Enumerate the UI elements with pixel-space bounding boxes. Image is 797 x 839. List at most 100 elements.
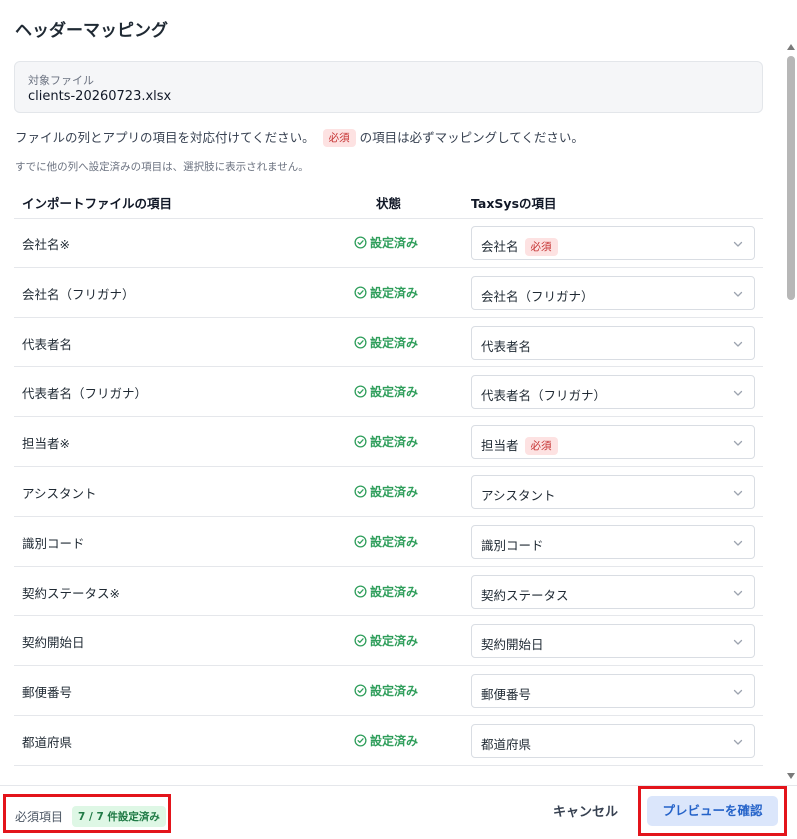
taxsys-item-select[interactable]: 代表者名（フリガナ） bbox=[471, 375, 755, 410]
chevron-down-icon bbox=[733, 490, 743, 496]
status-badge: 設定済み bbox=[354, 234, 418, 251]
select-value-label: 担当者 bbox=[481, 438, 519, 454]
check-circle-icon bbox=[354, 684, 367, 697]
select-value-label: 会社名 bbox=[481, 239, 519, 254]
instruction-suffix: の項目は必ずマッピングしてください。 bbox=[359, 130, 584, 145]
import-item-name: 契約ステータス※ bbox=[22, 585, 120, 601]
chevron-down-icon bbox=[733, 640, 743, 646]
required-count-badge: 7 / 7 件設定済み bbox=[72, 806, 166, 827]
taxsys-item-select[interactable]: 郵便番号 bbox=[471, 674, 755, 709]
table-row: 会社名（フリガナ） 設定済み 会社名（フリガナ） bbox=[14, 268, 763, 318]
scrollbar[interactable] bbox=[785, 42, 797, 785]
preview-confirm-button[interactable]: プレビューを確認 bbox=[647, 796, 778, 826]
import-item-name: 都道府県 bbox=[22, 734, 73, 750]
status-label: 設定済み bbox=[370, 684, 419, 699]
taxsys-item-select[interactable]: 契約ステータス bbox=[471, 574, 755, 609]
required-badge: 必須 bbox=[524, 437, 558, 456]
select-value: 契約開始日 bbox=[481, 634, 544, 653]
import-item-name: 契約開始日 bbox=[22, 635, 85, 651]
status-badge: 設定済み bbox=[354, 583, 418, 600]
taxsys-item-select[interactable]: 識別コード bbox=[471, 524, 755, 559]
check-circle-icon bbox=[354, 634, 367, 647]
chevron-down-icon bbox=[733, 690, 743, 695]
confirm-highlight: プレビューを確認 bbox=[638, 786, 787, 836]
required-badge: 必須 bbox=[524, 238, 558, 256]
table-row: 都道府県 設定済み 都道府県 bbox=[14, 716, 763, 766]
dialog-body: ヘッダーマッピング 対象ファイル clients-20260723.xlsx フ… bbox=[0, 0, 785, 785]
select-value-label: 会社名（フリガナ） bbox=[481, 288, 594, 304]
taxsys-item-select[interactable]: アシスタント bbox=[471, 474, 755, 509]
import-item-name: 郵便番号 bbox=[22, 685, 73, 701]
required-summary: 必須項目 7 / 7 件設定済み bbox=[3, 794, 171, 833]
select-value-label: 契約開始日 bbox=[481, 637, 544, 653]
chevron-down-icon bbox=[733, 341, 743, 347]
table-row: 会社名※ 設定済み 会社名 必須 bbox=[14, 218, 763, 268]
select-value: 郵便番号 bbox=[481, 684, 531, 703]
taxsys-item-select[interactable]: 会社名 必須 bbox=[471, 226, 755, 260]
check-circle-icon bbox=[354, 435, 367, 448]
chevron-down-icon bbox=[733, 291, 743, 297]
status-label: 設定済み bbox=[370, 285, 419, 300]
table-row: 郵便番号 設定済み 郵便番号 bbox=[14, 666, 763, 716]
select-value: アシスタント bbox=[481, 485, 556, 504]
target-file-name: clients-20260723.xlsx bbox=[28, 89, 172, 104]
status-badge: 設定済み bbox=[354, 334, 418, 351]
table-row: アシスタント 設定済み アシスタント bbox=[14, 467, 763, 517]
import-item-name: アシスタント bbox=[22, 485, 97, 501]
import-item-name: 識別コード bbox=[22, 535, 85, 551]
scroll-thumb[interactable] bbox=[787, 56, 795, 300]
chevron-down-icon bbox=[733, 441, 743, 446]
taxsys-item-select[interactable]: 都道府県 bbox=[471, 723, 755, 758]
chevron-down-icon bbox=[733, 590, 743, 596]
import-item-name: 代表者名（フリガナ） bbox=[22, 386, 148, 402]
dialog-footer: 必須項目 7 / 7 件設定済み キャンセル プレビューを確認 bbox=[0, 785, 797, 839]
instruction-prefix: ファイルの列とアプリの項目を対応付けてください。 bbox=[15, 130, 315, 145]
taxsys-item-select[interactable]: 会社名（フリガナ） bbox=[471, 275, 755, 310]
check-circle-icon bbox=[354, 585, 367, 598]
status-label: 設定済み bbox=[370, 634, 419, 649]
column-header-import-item: インポートファイルの項目 bbox=[22, 196, 173, 211]
table-row: 代表者名 設定済み 代表者名 bbox=[14, 318, 763, 368]
table-row: 担当者※ 設定済み 担当者 必須 bbox=[14, 417, 763, 467]
select-value: 担当者 必須 bbox=[481, 435, 562, 456]
status-label: 設定済み bbox=[370, 484, 419, 499]
select-value: 契約ステータス bbox=[481, 585, 569, 604]
status-label: 設定済み bbox=[370, 435, 419, 450]
target-file-label: 対象ファイル bbox=[28, 74, 94, 87]
table-row: 識別コード 設定済み 識別コード bbox=[14, 517, 763, 567]
chevron-down-icon bbox=[733, 391, 743, 397]
table-row: 契約開始日 設定済み 契約開始日 bbox=[14, 616, 763, 667]
dialog-title: ヘッダーマッピング bbox=[15, 21, 168, 41]
status-badge: 設定済み bbox=[354, 483, 418, 500]
select-value: 代表者名（フリガナ） bbox=[481, 385, 606, 404]
select-value: 識別コード bbox=[481, 535, 544, 554]
import-item-name: 代表者名 bbox=[22, 336, 73, 352]
scroll-up-arrow-icon[interactable] bbox=[787, 44, 795, 50]
status-label: 設定済み bbox=[370, 584, 419, 599]
table-row: 代表者名（フリガナ） 設定済み 代表者名（フリガナ） bbox=[14, 367, 763, 418]
select-value: 会社名 必須 bbox=[481, 236, 562, 256]
taxsys-item-select[interactable]: 契約開始日 bbox=[471, 624, 755, 659]
select-value-label: 代表者名（フリガナ） bbox=[481, 388, 607, 404]
status-badge: 設定済み bbox=[354, 682, 418, 699]
check-circle-icon bbox=[354, 485, 367, 498]
select-value: 会社名（フリガナ） bbox=[481, 286, 594, 305]
check-circle-icon bbox=[354, 535, 367, 548]
status-badge: 設定済み bbox=[354, 732, 418, 749]
scroll-down-arrow-icon[interactable] bbox=[787, 773, 795, 779]
check-circle-icon bbox=[354, 385, 367, 398]
cancel-button[interactable]: キャンセル bbox=[553, 801, 618, 820]
status-badge: 設定済み bbox=[354, 632, 418, 649]
check-circle-icon bbox=[354, 336, 367, 349]
select-value-label: 識別コード bbox=[481, 537, 544, 553]
taxsys-item-select[interactable]: 担当者 必須 bbox=[471, 425, 755, 460]
status-label: 設定済み bbox=[370, 385, 419, 400]
status-label: 設定済み bbox=[370, 733, 419, 748]
chevron-down-icon bbox=[733, 739, 743, 745]
column-header-status: 状態 bbox=[376, 196, 402, 211]
select-value-label: 代表者名 bbox=[481, 338, 532, 354]
check-circle-icon bbox=[354, 286, 367, 299]
check-circle-icon bbox=[354, 236, 367, 249]
select-value-label: 都道府県 bbox=[481, 736, 532, 752]
taxsys-item-select[interactable]: 代表者名 bbox=[471, 325, 755, 360]
